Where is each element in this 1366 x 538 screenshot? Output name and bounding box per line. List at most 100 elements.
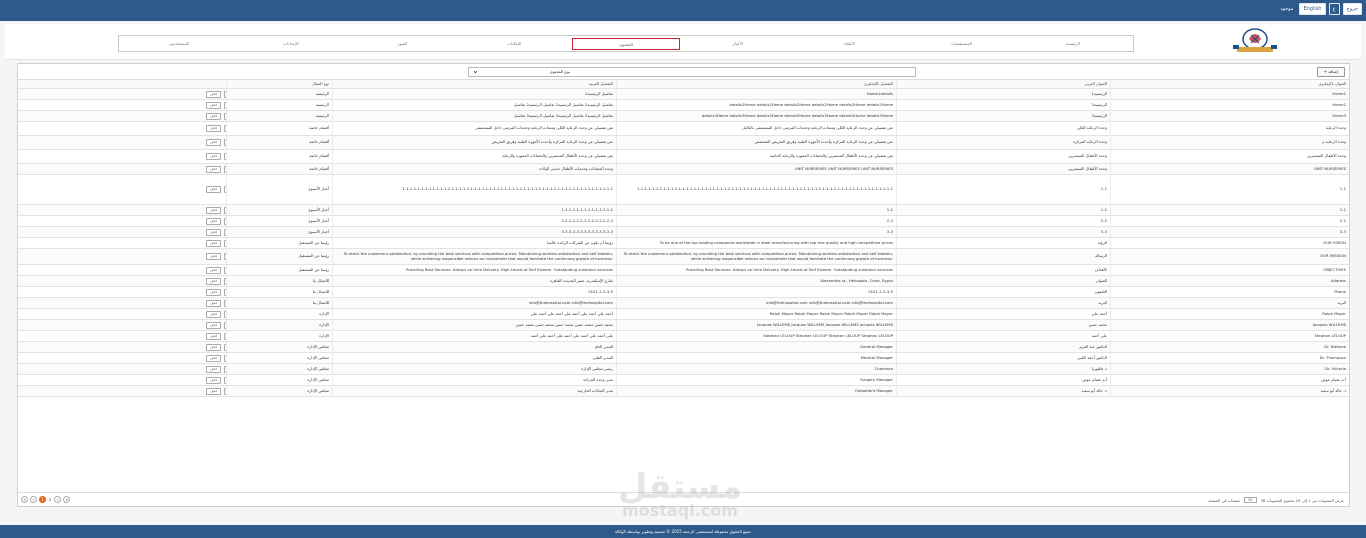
last-page-button[interactable]: » bbox=[63, 496, 71, 503]
delete-button[interactable]: حذف bbox=[206, 239, 222, 247]
table-cell: الدكتور عبد العزيز bbox=[896, 342, 1110, 352]
table-cell: مجلس الإدارة bbox=[226, 353, 332, 363]
table-cell: To be one of the top leading companies w… bbox=[616, 238, 896, 248]
table-cell: 2-2-2-2-2-2-2-2-2-2-2-2-2-2 bbox=[332, 216, 616, 226]
table-cell: الرئيسية bbox=[226, 111, 332, 121]
table-cell: Phone bbox=[1110, 287, 1349, 297]
delete-button[interactable]: حذف bbox=[206, 228, 222, 236]
table-cell: 3-3 bbox=[896, 227, 1110, 237]
table-cell: 3-3-3-3-3-3-3-3-3-3-3-3-3-3 bbox=[332, 227, 616, 237]
nav-item-news[interactable]: الأخبار bbox=[684, 38, 792, 50]
table-cell: Dr. Thompson bbox=[1110, 353, 1349, 363]
table-cell: Home3 bbox=[1110, 111, 1349, 121]
col-title-en[interactable]: العنوان بالإنجليزي bbox=[1110, 80, 1349, 88]
delete-button[interactable]: حذف bbox=[206, 387, 222, 395]
table-cell: د. خالد أبو سعيد bbox=[1110, 386, 1349, 396]
nav-item-content[interactable]: المحتوى bbox=[572, 37, 680, 50]
next-page-button[interactable]: › bbox=[54, 496, 62, 503]
col-details-en[interactable]: التفصيل بالإنجليزي bbox=[616, 80, 896, 88]
nav-item-images[interactable]: الصور bbox=[349, 38, 457, 50]
delete-button[interactable]: حذف bbox=[206, 206, 222, 214]
nav-item-hospitals[interactable]: المستشفيات bbox=[907, 38, 1015, 50]
table-row: Stephan LELOUP علي أحمد Stephan LELOUP Ste… bbox=[18, 331, 1349, 342]
nav-item-users[interactable]: المستخدمين bbox=[125, 38, 233, 50]
arabic-language-button[interactable]: ع bbox=[1328, 3, 1340, 15]
add-button[interactable]: + إضافة bbox=[1316, 67, 1345, 77]
delete-button[interactable]: حذف bbox=[206, 101, 222, 109]
lang-label: موجود bbox=[1277, 3, 1297, 15]
delete-button[interactable]: حذف bbox=[206, 332, 222, 340]
row-actions: حذفتعديل bbox=[18, 276, 226, 286]
table-cell: الإدارة bbox=[226, 331, 332, 341]
chevron-down-icon: ⌄ bbox=[472, 66, 479, 75]
nav-item-home[interactable]: الرئيسية bbox=[1019, 38, 1127, 50]
table-cell: الإدارة bbox=[226, 309, 332, 319]
delete-button[interactable]: حذف bbox=[206, 165, 222, 173]
delete-button[interactable]: حذف bbox=[206, 266, 222, 274]
table-cell: للاتصال بنا bbox=[226, 287, 332, 297]
hospital-logo bbox=[1233, 28, 1277, 52]
page-size-select[interactable]: 25 bbox=[1243, 497, 1257, 503]
table-cell: 3-3 bbox=[1110, 227, 1349, 237]
delete-button[interactable]: حذف bbox=[206, 299, 222, 307]
col-title-ar[interactable]: العنوان العربي bbox=[896, 80, 1110, 88]
delete-button[interactable]: حذف bbox=[206, 217, 222, 225]
delete-button[interactable]: حذف bbox=[206, 153, 222, 160]
table-cell: Stephan LELOUP Stephan LELOUP Stephan LE… bbox=[616, 331, 896, 341]
delete-button[interactable]: حذف bbox=[206, 112, 222, 120]
table-cell: 2-2 bbox=[1110, 216, 1349, 226]
table-cell: د. فكتوريا bbox=[896, 364, 1110, 374]
table-row: UNIT NURSERIES وحدة الأطفال المبتسرين UNIT… bbox=[18, 164, 1349, 175]
col-type[interactable]: نوع المقال bbox=[226, 80, 332, 88]
row-actions: حذفتعديل bbox=[18, 375, 226, 385]
table-cell: رئيس مجلس الإدارة bbox=[332, 364, 616, 374]
first-page-button[interactable]: « bbox=[21, 496, 28, 503]
delete-button[interactable]: حذف bbox=[206, 376, 222, 384]
row-actions: حذفتعديل bbox=[18, 249, 226, 264]
col-actions bbox=[18, 80, 226, 88]
table-cell: Dr. Nielsma bbox=[1110, 342, 1349, 352]
content-type-select[interactable]: نوع المحتوى ⌄ bbox=[468, 67, 916, 77]
table-row: وحدة الرعاية وحدة الرعاية الكلي نص تفصيلي … bbox=[18, 122, 1349, 136]
table-cell: Home2 bbox=[1110, 100, 1349, 110]
nav-item-settings[interactable]: الإعدادات bbox=[237, 38, 345, 50]
logout-button[interactable]: خروج bbox=[1342, 3, 1362, 15]
row-actions: حذفتعديل bbox=[18, 364, 226, 374]
prev-page-button[interactable]: ‹ bbox=[30, 496, 37, 503]
row-actions: حذفتعديل bbox=[18, 122, 226, 135]
delete-button[interactable]: حذف bbox=[206, 139, 222, 146]
delete-button[interactable]: حذف bbox=[206, 365, 222, 373]
delete-button[interactable]: حذف bbox=[206, 90, 222, 98]
delete-button[interactable]: حذف bbox=[206, 186, 222, 193]
table-cell: Outpatient Manager bbox=[616, 386, 896, 396]
page-2-button[interactable]: 2 bbox=[48, 498, 52, 502]
english-language-button[interactable]: English bbox=[1299, 3, 1326, 15]
page-1-button[interactable]: 1 bbox=[39, 496, 46, 503]
nav-item-doctors[interactable]: الأطباء bbox=[796, 38, 904, 50]
table-cell: البريد bbox=[1110, 298, 1349, 308]
row-actions: حذفتعديل bbox=[18, 320, 226, 330]
delete-button[interactable]: حذف bbox=[206, 277, 222, 285]
table-cell: الدكتور أحمد الكبير bbox=[896, 353, 1110, 363]
delete-button[interactable]: حذف bbox=[206, 288, 222, 296]
table-cell: info@thehospital.com info@thehospital.co… bbox=[616, 298, 896, 308]
row-actions: حذفتعديل bbox=[18, 309, 226, 319]
delete-button[interactable]: حذف bbox=[206, 253, 222, 260]
row-actions: حذفتعديل bbox=[18, 238, 226, 248]
delete-button[interactable]: حذف bbox=[206, 321, 222, 329]
delete-button[interactable]: حذف bbox=[206, 125, 222, 132]
table-cell: Alexandria st., Heliopolis, Cairo, Egypt bbox=[616, 276, 896, 286]
table-cell: الإدارة bbox=[226, 320, 332, 330]
table-cell: OUR MISSION bbox=[1110, 249, 1349, 264]
pager-info: عرض المحتويات من 1 إلى 25 مجموع المحتويا… bbox=[1208, 497, 1344, 503]
row-actions: حذفتعديل bbox=[18, 331, 226, 341]
table-cell: الرسالة bbox=[896, 249, 1110, 264]
row-actions: حذفتعديل bbox=[18, 342, 226, 352]
nav-item-ads[interactable]: الإعلانات bbox=[460, 38, 568, 50]
delete-button[interactable]: حذف bbox=[206, 343, 222, 351]
delete-button[interactable]: حذف bbox=[206, 310, 222, 318]
delete-button[interactable]: حذف bbox=[206, 354, 222, 362]
content-panel: + إضافة نوع المحتوى ⌄ العنوان بالإنجليزي… bbox=[17, 63, 1350, 507]
col-details-ar[interactable]: التفصيل العربية bbox=[332, 80, 616, 88]
table-cell: رؤيتنا عن المستقبل bbox=[226, 238, 332, 248]
